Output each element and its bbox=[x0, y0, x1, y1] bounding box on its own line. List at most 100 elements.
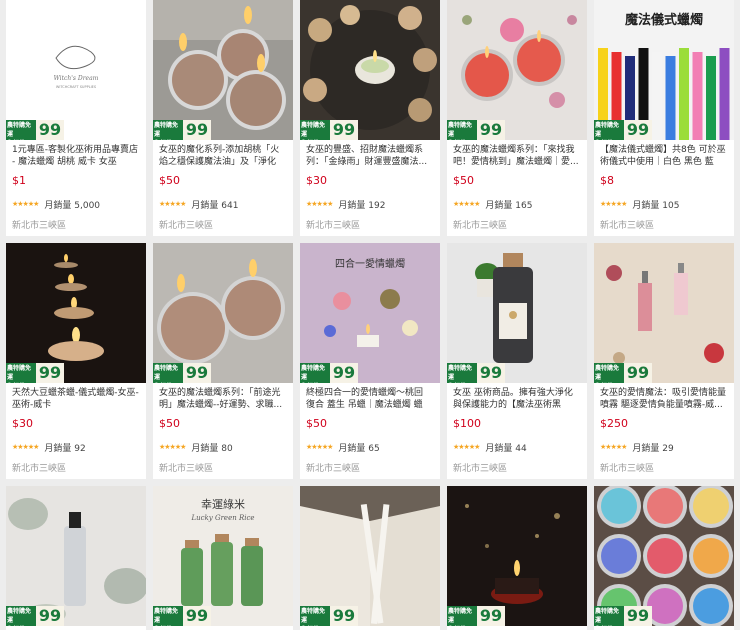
product-image[interactable]: 農特購免運免領券 99起 bbox=[6, 486, 146, 626]
product-image[interactable]: 農特購免運免領券 99起 bbox=[300, 0, 440, 140]
rating-stars-icon: ★★★★★ bbox=[12, 200, 39, 208]
badge-amount: 99起 bbox=[477, 120, 505, 140]
product-sales: ★★★★★ 月銷量 192 bbox=[306, 198, 434, 211]
product-image[interactable]: 農特購免運免領券 99起 bbox=[300, 486, 440, 626]
badge-label: 農特購免運免領券 bbox=[6, 120, 36, 140]
badge-label: 農特購免運免領券 bbox=[6, 606, 36, 626]
badge-amount: 99起 bbox=[624, 120, 652, 140]
rating-stars-icon: ★★★★★ bbox=[600, 200, 627, 208]
rating-stars-icon: ★★★★★ bbox=[453, 200, 480, 208]
rating-stars-icon: ★★★★★ bbox=[12, 443, 39, 451]
product-location: 新北市三峽區 bbox=[306, 221, 361, 231]
svg-text:四合一愛情蠟燭: 四合一愛情蠟燭 bbox=[335, 257, 405, 270]
product-image[interactable]: 農特購免運免領券 99起 bbox=[447, 0, 587, 140]
sales-count: 月銷量 29 bbox=[632, 443, 674, 454]
free-shipping-badge: 農特購免運免領券 99起 bbox=[447, 120, 505, 140]
svg-text:WITCHCRAFT SUPPLIES: WITCHCRAFT SUPPLIES bbox=[56, 85, 97, 89]
product-image[interactable]: 四合一愛情蠟燭 農特購免運免領券 99起 bbox=[300, 243, 440, 383]
product-title[interactable]: 1元專區-客製化巫術用品專賣店 - 魔法蠟燭 胡桃 威卡 女巫 bbox=[12, 144, 140, 168]
badge-amount: 99起 bbox=[477, 363, 505, 383]
rating-stars-icon: ★★★★★ bbox=[453, 443, 480, 451]
product-info: 天然大豆蠟茶蠟-儀式蠟燭-女巫-巫術-威卡 $30 ★★★★★ 月銷量 92 新… bbox=[6, 383, 146, 474]
product-info: 女巫的魔法蠟燭系列：「前途光明」魔法蠟燭--好運勢、求職... $50 ★★★★… bbox=[153, 383, 293, 474]
product-card[interactable]: 農特購免運免領券 99起 bbox=[6, 486, 146, 630]
rating-stars-icon: ★★★★★ bbox=[600, 443, 627, 451]
product-image[interactable]: 農特購免運免領券 99起 bbox=[594, 486, 734, 626]
product-card[interactable]: 農特購免運免領券 99起 女巫的魔法蠟燭系列：「來找我吧！愛情桃到」魔法蠟燭｜愛… bbox=[447, 0, 587, 236]
product-title[interactable]: 終極四合一的愛情蠟燭～桃回 復合 蓋生 吊蠟｜魔法蠟燭 蠟燭... bbox=[306, 387, 434, 411]
free-shipping-badge: 農特購免運免領券 99起 bbox=[447, 363, 505, 383]
product-title[interactable]: 女巫的愛情魔法：吸引愛情能量噴霧 驅逐愛情負能量噴霧-威... bbox=[600, 387, 728, 411]
product-location: 新北市三峽區 bbox=[453, 221, 508, 231]
product-info: 女巫的魔法蠟燭系列：「來找我吧！愛情桃到」魔法蠟燭｜愛... $50 ★★★★★… bbox=[447, 140, 587, 231]
product-image[interactable]: 魔法儀式蠟燭農特購免運免領券 99起 bbox=[594, 0, 734, 140]
product-image[interactable]: 農特購免運免領券 99起 bbox=[153, 0, 293, 140]
sales-count: 月銷量 641 bbox=[191, 200, 239, 211]
product-image[interactable]: Witch's Dream WITCHCRAFT SUPPLIES 農特購免運免領… bbox=[6, 0, 146, 140]
product-price: $250 bbox=[600, 417, 628, 430]
product-title[interactable]: 女巫的魔化系列-添加胡桃「火焰之穩保護魔法油」及「淨化神... bbox=[159, 144, 287, 168]
product-card[interactable]: 農特購免運免領券 99起 bbox=[594, 486, 734, 630]
sales-count: 月銷量 65 bbox=[338, 443, 380, 454]
product-sales: ★★★★★ 月銷量 44 bbox=[453, 441, 581, 454]
free-shipping-badge: 農特購免運免領券 99起 bbox=[594, 606, 652, 626]
product-title[interactable]: 【魔法儀式蠟燭】共8色 可於巫術儀式中使用｜白色 黑色 藍色... bbox=[600, 144, 728, 168]
product-card[interactable]: 農特購免運免領券 99起 bbox=[300, 486, 440, 630]
sales-count: 月銷量 105 bbox=[632, 200, 680, 211]
product-image[interactable]: 農特購免運免領券 99起 bbox=[153, 243, 293, 383]
free-shipping-badge: 農特購免運免領券 99起 bbox=[6, 120, 64, 140]
product-price: $50 bbox=[159, 417, 180, 430]
product-title[interactable]: 女巫的魔法蠟燭系列：「來找我吧！愛情桃到」魔法蠟燭｜愛... bbox=[453, 144, 581, 168]
badge-amount: 99起 bbox=[477, 606, 505, 626]
badge-label: 農特購免運免領券 bbox=[153, 120, 183, 140]
free-shipping-badge: 農特購免運免領券 99起 bbox=[6, 606, 64, 626]
badge-amount: 99起 bbox=[330, 606, 358, 626]
product-card[interactable]: 農特購免運免領券 99起 女巫的魔法蠟燭系列：「前途光明」魔法蠟燭--好運勢、求… bbox=[153, 243, 293, 479]
product-image[interactable]: 幸運綠米 Lucky Green Rice 農特購免運免領券 99起 bbox=[153, 486, 293, 626]
product-image[interactable]: 農特購免運免領券 99起 bbox=[594, 243, 734, 383]
product-card[interactable]: 農特購免運免領券 99起 女巫的豐盛、招財魔法蠟燭系列：「金綠雨」財運豐盛魔法.… bbox=[300, 0, 440, 236]
badge-label: 農特購免運免領券 bbox=[447, 120, 477, 140]
product-card[interactable]: 農特購免運免領券 99起 天然大豆蠟茶蠟-儀式蠟燭-女巫-巫術-威卡 $30 ★… bbox=[6, 243, 146, 479]
product-sales: ★★★★★ 月銷量 80 bbox=[159, 441, 287, 454]
rating-stars-icon: ★★★★★ bbox=[159, 443, 186, 451]
badge-label: 農特購免運免領券 bbox=[153, 363, 183, 383]
badge-label: 農特購免運免領券 bbox=[300, 606, 330, 626]
product-title[interactable]: 女巫 巫術商品。擁有強大淨化與保護能力的【魔法巫術黑鹽】... bbox=[453, 387, 581, 411]
product-title[interactable]: 女巫的魔法蠟燭系列：「前途光明」魔法蠟燭--好運勢、求職... bbox=[159, 387, 287, 411]
product-price: $50 bbox=[306, 417, 327, 430]
product-card[interactable]: 農特購免運免領券 99起 女巫的魔化系列-添加胡桃「火焰之穩保護魔法油」及「淨化… bbox=[153, 0, 293, 236]
badge-label: 農特購免運免領券 bbox=[594, 120, 624, 140]
product-price: $8 bbox=[600, 174, 614, 187]
product-image[interactable]: 農特購免運免領券 99起 bbox=[6, 243, 146, 383]
badge-amount: 99起 bbox=[330, 363, 358, 383]
free-shipping-badge: 農特購免運免領券 99起 bbox=[447, 606, 505, 626]
product-card[interactable]: Witch's Dream WITCHCRAFT SUPPLIES 農特購免運免領… bbox=[6, 0, 146, 236]
badge-label: 農特購免運免領券 bbox=[153, 606, 183, 626]
product-card[interactable]: 農特購免運免領券 99起 女巫 巫術商品。擁有強大淨化與保護能力的【魔法巫術黑鹽… bbox=[447, 243, 587, 479]
badge-amount: 99起 bbox=[183, 120, 211, 140]
product-price: $1 bbox=[12, 174, 26, 187]
product-location: 新北市三峽區 bbox=[600, 464, 655, 474]
badge-amount: 99起 bbox=[36, 606, 64, 626]
svg-text:幸運綠米: 幸運綠米 bbox=[201, 498, 245, 511]
product-card[interactable]: 幸運綠米 Lucky Green Rice 農特購免運免領券 99起 bbox=[153, 486, 293, 630]
product-title[interactable]: 天然大豆蠟茶蠟-儀式蠟燭-女巫-巫術-威卡 bbox=[12, 387, 140, 411]
badge-label: 農特購免運免領券 bbox=[447, 606, 477, 626]
product-card[interactable]: 魔法儀式蠟燭農特購免運免領券 99起 【魔法儀式蠟燭】共8色 可於巫術儀式中使用… bbox=[594, 0, 734, 236]
product-info: 1元專區-客製化巫術用品專賣店 - 魔法蠟燭 胡桃 威卡 女巫 $1 ★★★★★… bbox=[6, 140, 146, 231]
product-card[interactable]: 農特購免運免領券 99起 女巫的愛情魔法：吸引愛情能量噴霧 驅逐愛情負能量噴霧-… bbox=[594, 243, 734, 479]
product-info: 女巫 巫術商品。擁有強大淨化與保護能力的【魔法巫術黑鹽】... $100 ★★★… bbox=[447, 383, 587, 474]
product-image[interactable]: 農特購免運免領券 99起 bbox=[447, 486, 587, 626]
product-card[interactable]: 四合一愛情蠟燭 農特購免運免領券 99起 終極四合一的愛情蠟燭～桃回 復合 蓋生… bbox=[300, 243, 440, 479]
badge-amount: 99起 bbox=[183, 363, 211, 383]
product-location: 新北市三峽區 bbox=[306, 464, 361, 474]
product-card[interactable]: 農特購免運免領券 99起 bbox=[447, 486, 587, 630]
svg-text:Witch's Dream: Witch's Dream bbox=[54, 75, 99, 82]
product-grid: Witch's Dream WITCHCRAFT SUPPLIES 農特購免運免領… bbox=[0, 0, 740, 630]
product-title[interactable]: 女巫的豐盛、招財魔法蠟燭系列：「金綠雨」財運豐盛魔法... bbox=[306, 144, 434, 168]
free-shipping-badge: 農特購免運免領券 99起 bbox=[153, 606, 211, 626]
product-price: $50 bbox=[159, 174, 180, 187]
product-image[interactable]: 農特購免運免領券 99起 bbox=[447, 243, 587, 383]
badge-label: 農特購免運免領券 bbox=[594, 606, 624, 626]
